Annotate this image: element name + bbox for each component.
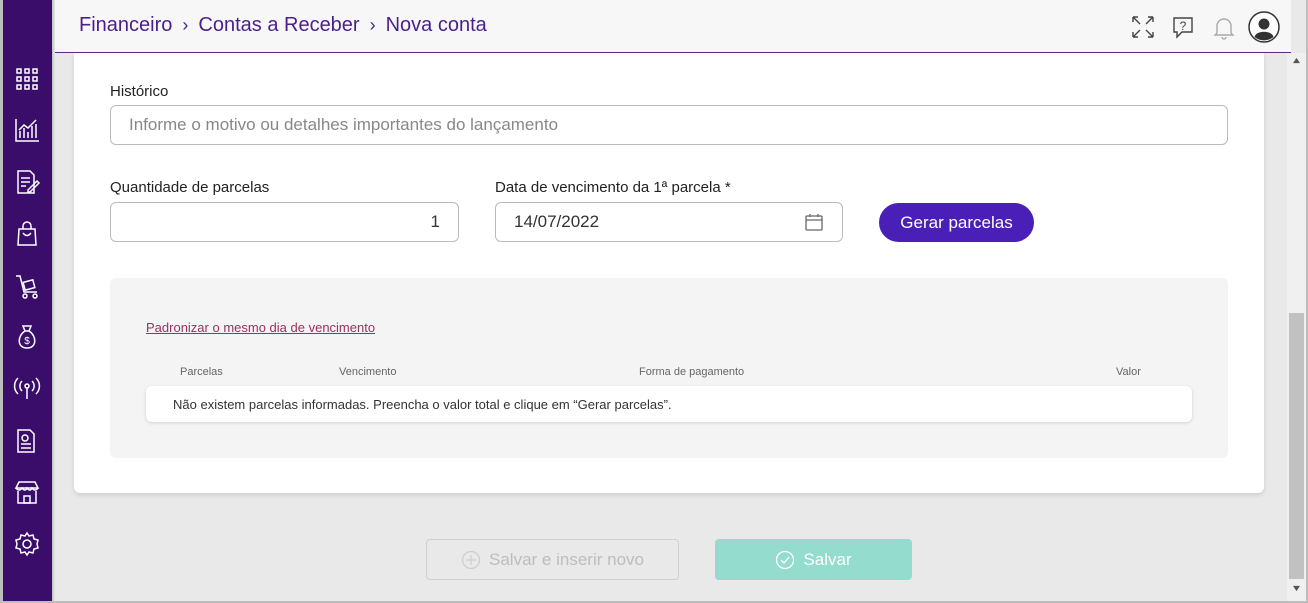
breadcrumb-separator: ›: [182, 15, 189, 35]
column-header-vencimento: Vencimento: [339, 366, 397, 378]
salvar-inserir-novo-button[interactable]: Salvar e inserir novo: [426, 539, 679, 580]
breadcrumb-separator: ›: [369, 15, 376, 35]
gear-icon[interactable]: [11, 528, 43, 560]
broadcast-icon[interactable]: [11, 372, 43, 404]
breadcrumb: Financeiro › Contas a Receber › Nova con…: [79, 14, 487, 37]
salvar-label: Salvar: [803, 549, 852, 569]
breadcrumb-financeiro[interactable]: Financeiro: [79, 14, 172, 37]
scroll-thumb[interactable]: [1289, 313, 1304, 579]
check-circle-icon: [776, 550, 795, 569]
breadcrumb-contas-a-receber[interactable]: Contas a Receber: [198, 14, 359, 37]
parcelas-panel: Padronizar o mesmo dia de vencimento Par…: [110, 278, 1228, 458]
vencimento-input[interactable]: 14/07/2022: [495, 202, 843, 242]
scroll-down-arrow[interactable]: [1287, 585, 1306, 597]
help-chat-icon[interactable]: ?: [1169, 13, 1197, 41]
breadcrumb-nova-conta: Nova conta: [385, 14, 487, 36]
cart-icon[interactable]: [11, 270, 43, 302]
scroll-up-arrow[interactable]: [1287, 57, 1306, 69]
invoice-icon[interactable]: [11, 425, 43, 457]
vertical-scrollbar[interactable]: [1287, 53, 1306, 601]
bell-icon[interactable]: [1210, 13, 1238, 41]
plus-circle-icon: [461, 550, 481, 569]
column-header-forma-pagamento: Forma de pagamento: [639, 366, 745, 378]
salvar-button[interactable]: Salvar: [715, 539, 912, 580]
chart-icon[interactable]: [11, 114, 43, 146]
quantidade-value: 1: [430, 212, 440, 231]
vencimento-value: 14/07/2022: [514, 212, 600, 231]
historico-input[interactable]: Informe o motivo ou detalhes importantes…: [110, 105, 1228, 145]
document-edit-icon[interactable]: [11, 166, 43, 198]
gerar-parcelas-button[interactable]: Gerar parcelas: [879, 203, 1034, 242]
historico-placeholder: Informe o motivo ou detalhes importantes…: [129, 115, 559, 134]
padronizar-vencimento-link[interactable]: Padronizar o mesmo dia de vencimento: [146, 320, 375, 335]
apps-grid-icon[interactable]: [11, 63, 43, 95]
svg-text:$: $: [24, 336, 30, 347]
empty-parcelas-message: Não existem parcelas informadas. Preench…: [146, 386, 1192, 422]
column-header-valor: Valor: [1116, 366, 1141, 378]
svg-text:?: ?: [1180, 19, 1187, 33]
expand-icon[interactable]: [1129, 13, 1157, 41]
form-card: Histórico Informe o motivo ou detalhes i…: [74, 53, 1264, 493]
quantidade-label: Quantidade de parcelas: [110, 179, 270, 196]
money-bag-icon[interactable]: $: [11, 321, 43, 353]
user-avatar-icon[interactable]: [1248, 11, 1280, 43]
vencimento-label: Data de vencimento da 1ª parcela *: [495, 179, 731, 196]
salvar-inserir-novo-label: Salvar e inserir novo: [489, 549, 644, 569]
column-header-parcelas: Parcelas: [180, 366, 223, 378]
store-icon[interactable]: [11, 476, 43, 508]
sidebar: $: [3, 0, 52, 603]
quantidade-input[interactable]: 1: [110, 202, 459, 242]
sidebar-shadow: [52, 0, 55, 603]
shopping-bag-icon[interactable]: [11, 218, 43, 250]
top-header: Financeiro › Contas a Receber › Nova con…: [55, 0, 1291, 53]
calendar-icon[interactable]: [804, 212, 824, 232]
historico-label: Histórico: [110, 83, 169, 100]
